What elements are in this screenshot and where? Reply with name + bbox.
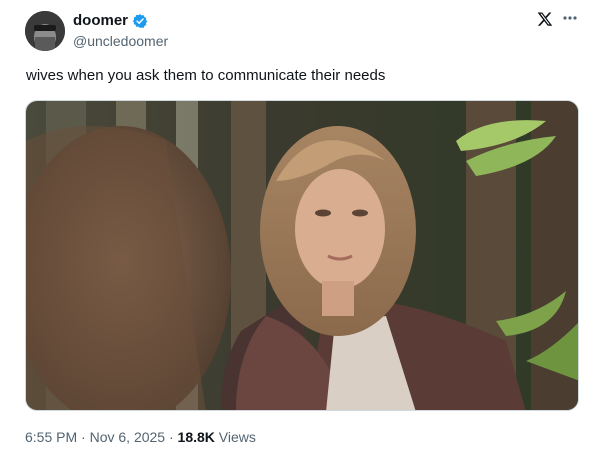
avatar-image	[25, 11, 65, 51]
post-date[interactable]: Nov 6, 2025	[90, 429, 166, 445]
author-name-row[interactable]: doomer	[73, 12, 148, 30]
avatar[interactable]	[25, 11, 65, 51]
post-text: wives when you ask them to communicate t…	[26, 67, 386, 84]
post-card: doomer @uncledoomer wives when you ask t…	[0, 0, 600, 465]
post-meta: 6:55 PM · Nov 6, 2025 · 18.8K Views	[25, 428, 256, 446]
author-display-name[interactable]: doomer	[73, 12, 128, 30]
post-time[interactable]: 6:55 PM	[25, 429, 77, 445]
media-photo	[26, 101, 578, 410]
meta-separator: ·	[168, 429, 174, 445]
x-logo-icon[interactable]	[537, 11, 553, 27]
author-handle[interactable]: @uncledoomer	[73, 33, 168, 50]
verified-badge-icon	[132, 14, 148, 28]
post-media-image[interactable]	[25, 100, 579, 411]
views-count: 18.8K	[177, 429, 215, 445]
more-options-icon[interactable]	[560, 8, 580, 28]
views-label: Views	[218, 429, 256, 445]
meta-separator: ·	[81, 429, 86, 445]
